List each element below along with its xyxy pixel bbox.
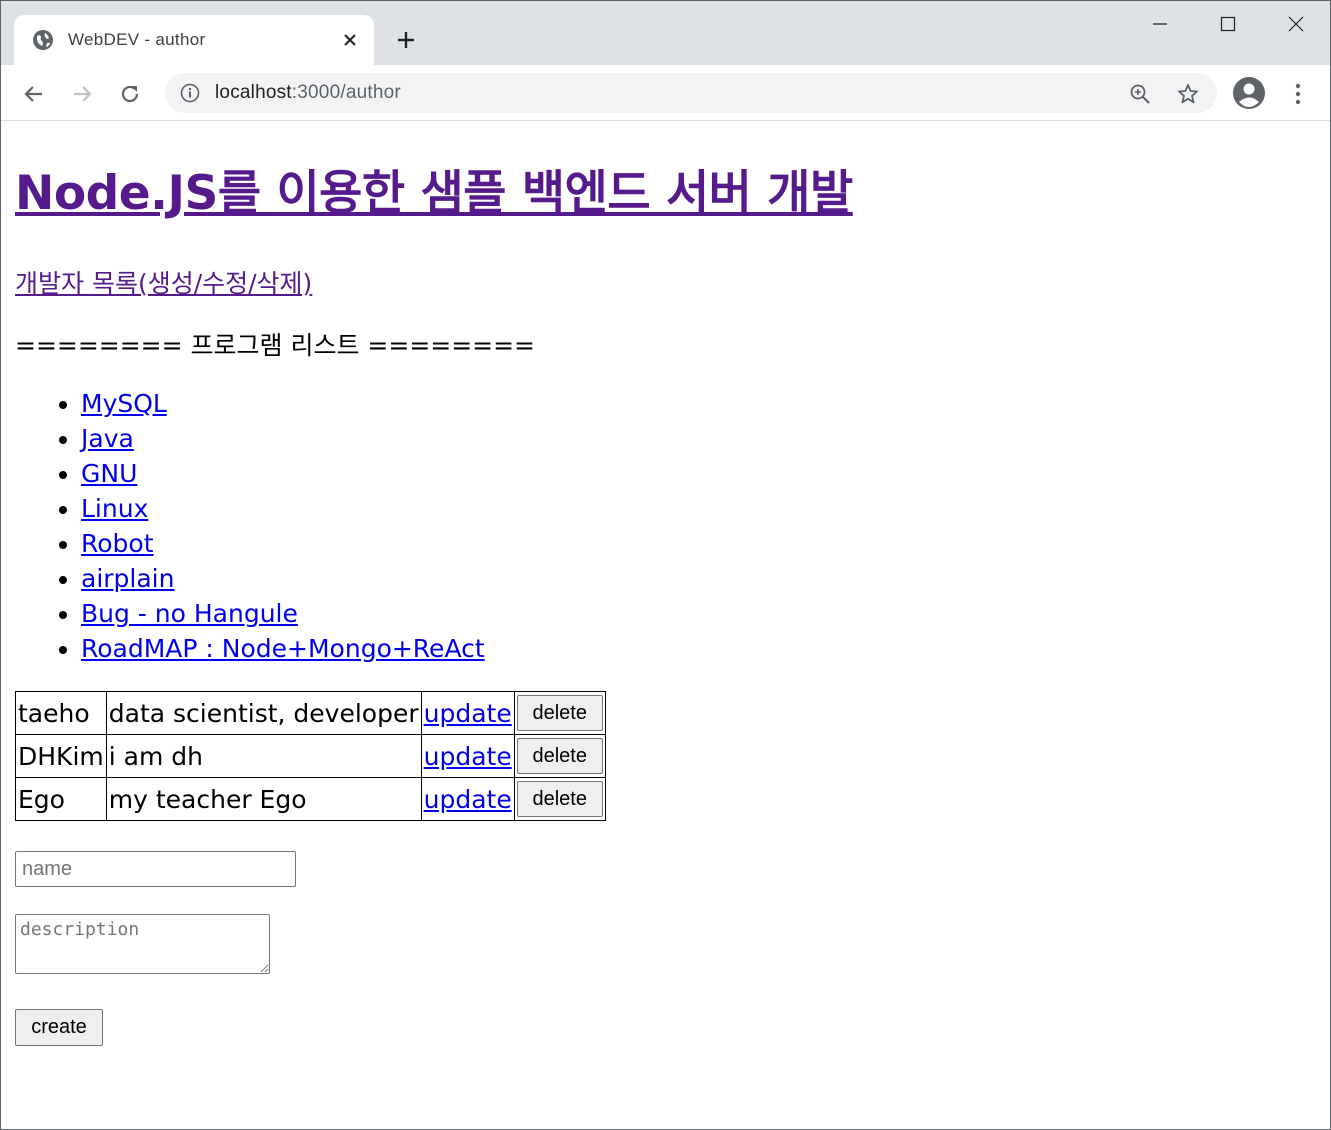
create-button[interactable]: create xyxy=(15,1009,103,1046)
list-item: Java xyxy=(81,421,485,456)
list-item: Robot xyxy=(81,526,485,561)
topic-link[interactable]: Bug - no Hangule xyxy=(81,599,298,628)
update-link[interactable]: update xyxy=(424,785,512,814)
update-cell: update xyxy=(420,691,515,735)
author-description: my teacher Ego xyxy=(105,777,422,821)
list-item: RoadMAP : Node+Mongo+ReAct xyxy=(81,631,485,666)
delete-cell: delete xyxy=(513,777,606,821)
url-text: localhost:3000/author xyxy=(215,82,401,104)
update-cell: update xyxy=(420,734,515,778)
author-description: i am dh xyxy=(105,734,422,778)
topic-link[interactable]: Java xyxy=(81,424,134,453)
tab-strip: WebDEV - author xyxy=(1,1,1330,65)
topic-link[interactable]: Linux xyxy=(81,494,148,523)
delete-button[interactable]: delete xyxy=(516,695,603,731)
globe-icon xyxy=(32,29,54,51)
table-row: Ego my teacher Ego update delete xyxy=(15,777,606,821)
delete-button[interactable]: delete xyxy=(516,781,603,817)
list-item: MySQL xyxy=(81,386,485,421)
topic-link[interactable]: airplain xyxy=(81,564,174,593)
page-content: Node.JS를 이용한 샘플 백엔드 서버 개발 개발자 목록(생성/수정/삭… xyxy=(1,122,1330,1129)
topic-link[interactable]: MySQL xyxy=(81,389,167,418)
author-name: taeho xyxy=(15,691,107,735)
arrow-right-icon[interactable] xyxy=(65,77,99,111)
tab-title: WebDEV - author xyxy=(68,30,206,49)
list-item: Linux xyxy=(81,491,485,526)
info-icon[interactable] xyxy=(179,82,201,104)
update-link[interactable]: update xyxy=(424,742,512,771)
arrow-left-icon[interactable] xyxy=(17,77,51,111)
delete-cell: delete xyxy=(513,691,606,735)
address-bar[interactable]: localhost:3000/author xyxy=(165,73,1217,113)
name-input[interactable] xyxy=(15,851,296,887)
plus-icon[interactable] xyxy=(391,25,421,55)
author-nav: 개발자 목록(생성/수정/삭제) xyxy=(15,264,312,300)
author-name: DHKim xyxy=(15,734,107,778)
list-item: GNU xyxy=(81,456,485,491)
zoom-in-icon[interactable] xyxy=(1127,81,1153,107)
minimize-icon[interactable] xyxy=(1126,1,1194,47)
list-item: Bug - no Hangule xyxy=(81,596,485,631)
maximize-icon[interactable] xyxy=(1194,1,1262,47)
author-list-link[interactable]: 개발자 목록(생성/수정/삭제) xyxy=(15,269,312,298)
author-table: taeho data scientist, developer update d… xyxy=(15,691,606,821)
url-path: :3000/author xyxy=(291,82,401,103)
tab-webdev-author[interactable]: WebDEV - author xyxy=(14,15,374,65)
table-row: DHKim i am dh update delete xyxy=(15,734,606,778)
topic-link[interactable]: Robot xyxy=(81,529,154,558)
topic-list: MySQL Java GNU Linux Robot airplain Bug … xyxy=(1,386,485,666)
page-title: Node.JS를 이용한 샘플 백엔드 서버 개발 xyxy=(15,154,853,223)
window-close-icon[interactable] xyxy=(1262,1,1330,47)
program-list-header: ======== 프로그램 리스트 ======== xyxy=(15,331,535,360)
update-link[interactable]: update xyxy=(424,699,512,728)
browser-window: WebDEV - author localhost:3000/author No… xyxy=(0,0,1331,1130)
author-name: Ego xyxy=(15,777,107,821)
update-cell: update xyxy=(420,777,515,821)
delete-cell: delete xyxy=(513,734,606,778)
reload-icon[interactable] xyxy=(113,77,147,111)
account-icon[interactable] xyxy=(1232,76,1266,110)
topic-link[interactable]: GNU xyxy=(81,459,137,488)
delete-button[interactable]: delete xyxy=(516,738,603,774)
browser-toolbar: localhost:3000/author xyxy=(1,65,1330,121)
star-icon[interactable] xyxy=(1175,81,1201,107)
list-item: airplain xyxy=(81,561,485,596)
description-input[interactable] xyxy=(15,914,270,974)
home-link[interactable]: Node.JS를 이용한 샘플 백엔드 서버 개발 xyxy=(15,166,853,221)
topic-link[interactable]: RoadMAP : Node+Mongo+ReAct xyxy=(81,634,485,663)
more-vert-icon[interactable] xyxy=(1284,77,1312,111)
url-host: localhost xyxy=(215,82,292,103)
close-icon[interactable] xyxy=(336,26,364,54)
author-description: data scientist, developer xyxy=(105,691,422,735)
table-row: taeho data scientist, developer update d… xyxy=(15,691,606,735)
